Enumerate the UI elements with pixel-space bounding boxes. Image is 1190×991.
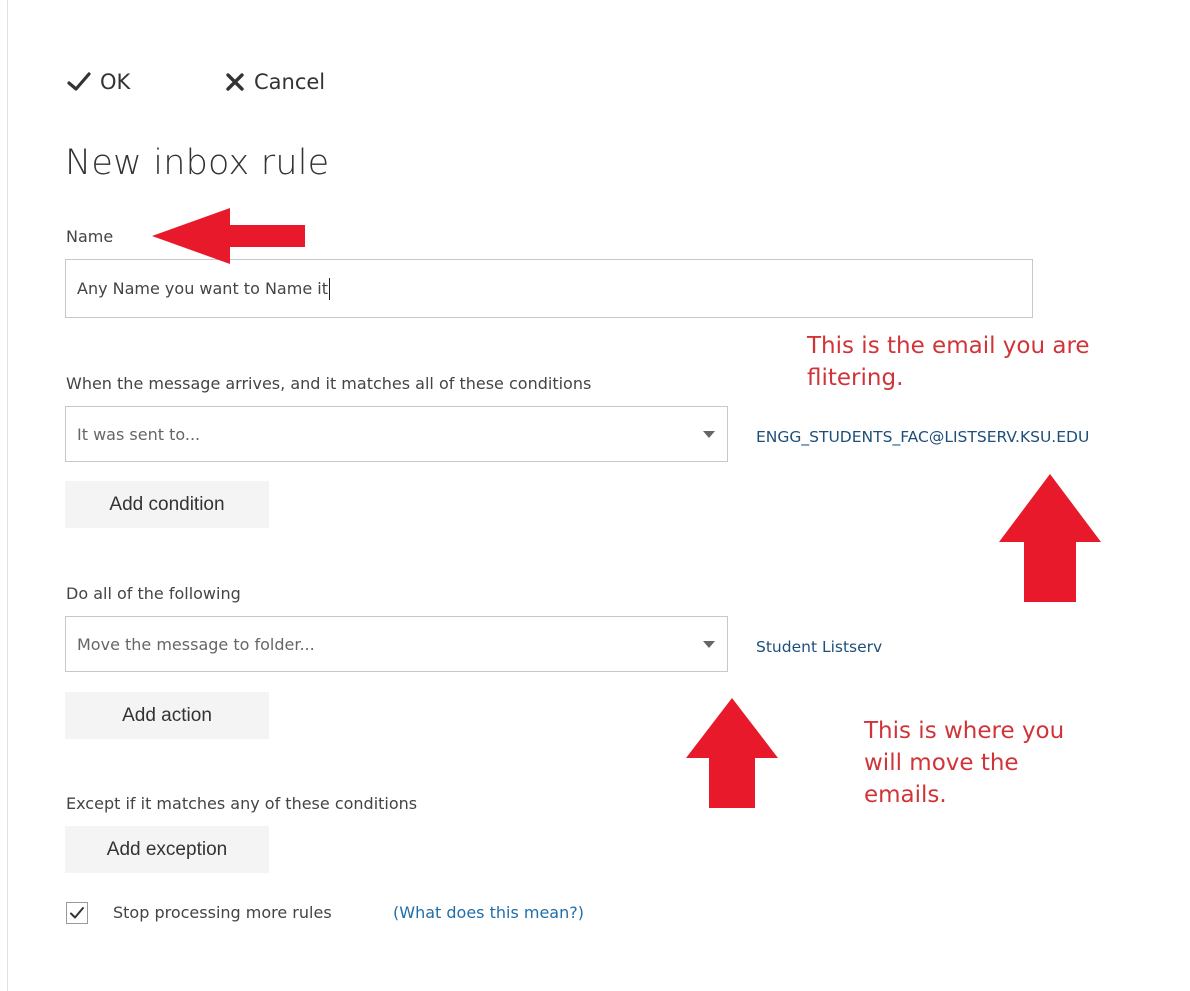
- arrow-up-icon: [999, 474, 1101, 602]
- arrow-left-icon: [152, 208, 305, 264]
- ok-button[interactable]: OK: [67, 70, 130, 94]
- action-dropdown-value: Move the message to folder...: [77, 634, 315, 654]
- move-annotation: This is where you will move the emails.: [864, 715, 1064, 811]
- action-value-link[interactable]: Student Listserv: [756, 638, 882, 656]
- stop-processing-label: Stop processing more rules: [113, 903, 332, 922]
- move-annotation-line-3: emails.: [864, 782, 947, 808]
- dropdown-arrow-icon: [703, 430, 715, 438]
- move-annotation-line-2: will move the: [864, 750, 1019, 776]
- dropdown-arrow-icon: [703, 640, 715, 648]
- checkmark-icon: [67, 72, 91, 91]
- move-annotation-line-1: This is where you: [864, 718, 1065, 744]
- email-annotation-line-1: This is the email you are: [807, 333, 1090, 359]
- arrow-up-icon: [686, 698, 778, 808]
- checkmark-icon: [70, 907, 84, 919]
- close-icon: [226, 73, 244, 91]
- email-annotation-line-2: flitering.: [807, 365, 904, 391]
- conditions-label: When the message arrives, and it matches…: [66, 374, 592, 393]
- ok-label: OK: [100, 70, 131, 94]
- email-annotation: This is the email you are flitering.: [807, 330, 1090, 394]
- page-title: New inbox rule: [65, 143, 330, 183]
- cancel-label: Cancel: [254, 70, 326, 94]
- name-input-value: Any Name you want to Name it: [77, 279, 328, 298]
- stop-processing-checkbox[interactable]: [66, 902, 88, 924]
- cancel-button[interactable]: Cancel: [225, 70, 325, 94]
- actions-label: Do all of the following: [66, 584, 241, 603]
- condition-value-link[interactable]: ENGG_STUDENTS_FAC@LISTSERV.KSU.EDU: [756, 428, 1089, 446]
- action-dropdown[interactable]: Move the message to folder...: [65, 616, 728, 672]
- help-link[interactable]: (What does this mean?): [393, 903, 584, 922]
- condition-dropdown[interactable]: It was sent to...: [65, 406, 728, 462]
- add-condition-button[interactable]: Add condition: [65, 481, 269, 528]
- add-exception-button[interactable]: Add exception: [65, 826, 269, 873]
- condition-dropdown-value: It was sent to...: [77, 424, 201, 444]
- text-caret: [328, 277, 330, 300]
- name-input[interactable]: Any Name you want to Name it: [65, 259, 1033, 318]
- name-label: Name: [66, 227, 114, 246]
- left-pane-border: [7, 0, 8, 991]
- exceptions-label: Except if it matches any of these condit…: [66, 794, 418, 813]
- add-action-button[interactable]: Add action: [65, 692, 269, 739]
